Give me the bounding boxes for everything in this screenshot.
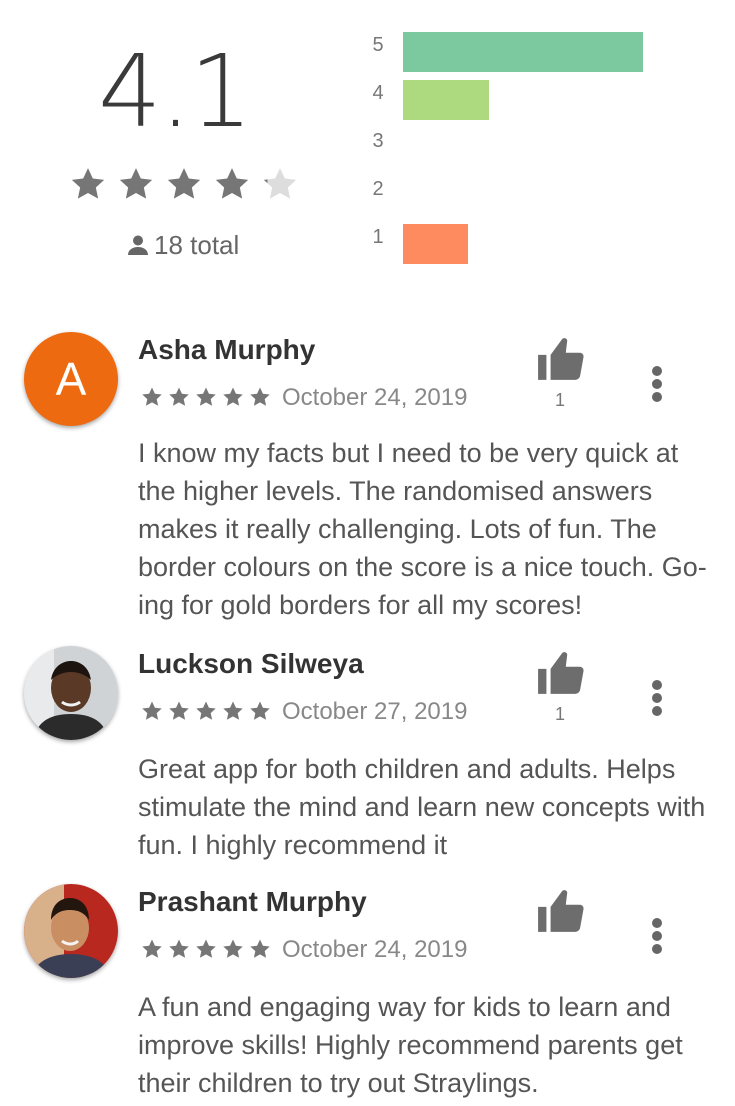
review-text: A fun and engaging way for kids to learn… — [138, 992, 683, 1098]
user-icon — [128, 235, 148, 255]
histogram-row: 1 — [360, 222, 660, 264]
thumbs-up-icon — [538, 890, 584, 932]
rating-summary: 4.1 18 total 5 4 3 2 1 — [0, 0, 735, 290]
histogram-label: 4 — [372, 82, 384, 104]
helpful-count: 1 — [554, 704, 565, 724]
star-icon — [194, 385, 220, 411]
histogram-row: 4 — [360, 78, 660, 120]
star-icon — [194, 699, 220, 725]
person-photo-icon — [24, 646, 118, 740]
review-text: Great app for both children and adults. … — [138, 754, 706, 860]
review-date: October 24, 2019 — [282, 936, 468, 963]
histogram-row: 5 — [360, 30, 660, 72]
avatar: A — [24, 332, 118, 426]
review-date: October 27, 2019 — [282, 698, 468, 725]
star-icon — [248, 385, 274, 411]
star-icon — [68, 164, 108, 204]
review-stars — [140, 699, 275, 725]
star-icon — [164, 164, 204, 204]
thumbs-up-icon — [538, 652, 584, 694]
histogram-row: 3 — [360, 126, 660, 166]
star-icon — [194, 937, 220, 963]
star-icon — [167, 937, 193, 963]
reviewer-name: Prashant Murphy — [138, 886, 367, 917]
reviewer-name: Asha Murphy — [138, 334, 316, 365]
star-icon — [248, 937, 274, 963]
histogram-label: 1 — [372, 226, 384, 248]
review-stars — [140, 385, 275, 411]
avatar — [24, 884, 118, 978]
star-icon — [260, 164, 300, 204]
histogram-bar — [403, 80, 490, 120]
histogram-bar — [403, 32, 643, 72]
average-rating: 4.1 — [98, 33, 253, 150]
star-icon — [140, 699, 166, 725]
star-icon — [116, 164, 156, 204]
more-vertical-icon — [642, 918, 672, 954]
review-date: October 24, 2019 — [282, 384, 468, 411]
review-text: I know my facts but I need to be very qu… — [138, 438, 707, 620]
histogram-row: 2 — [360, 174, 660, 214]
star-icon — [167, 699, 193, 725]
star-icon — [140, 385, 166, 411]
reviewer-name: Luckson Silweya — [138, 648, 364, 679]
avatar — [24, 646, 118, 740]
thumbs-up-button[interactable] — [536, 886, 586, 936]
review-stars — [140, 937, 275, 963]
more-vertical-icon — [642, 680, 672, 716]
person-photo-icon — [24, 884, 118, 978]
star-icon — [212, 164, 252, 204]
thumbs-up-button[interactable] — [536, 334, 586, 384]
star-icon — [248, 699, 274, 725]
more-options-button[interactable] — [642, 918, 672, 962]
star-icon — [221, 937, 247, 963]
helpful-count: 1 — [554, 390, 565, 410]
histogram-label: 5 — [372, 34, 384, 56]
star-icon — [167, 385, 193, 411]
more-options-button[interactable] — [642, 366, 672, 410]
histogram-label: 3 — [372, 130, 384, 152]
thumbs-up-button[interactable] — [536, 648, 586, 698]
more-options-button[interactable] — [642, 680, 672, 724]
total-ratings-label: 18 total — [154, 229, 240, 260]
more-vertical-icon — [642, 366, 672, 402]
star-icon — [221, 385, 247, 411]
total-ratings: 18 total — [126, 228, 239, 262]
star-icon — [140, 937, 166, 963]
thumbs-up-icon — [538, 338, 584, 380]
rating-histogram: 5 4 3 2 1 — [360, 30, 660, 280]
histogram-label: 2 — [372, 178, 384, 200]
star-icon — [221, 699, 247, 725]
histogram-bar — [403, 224, 468, 264]
